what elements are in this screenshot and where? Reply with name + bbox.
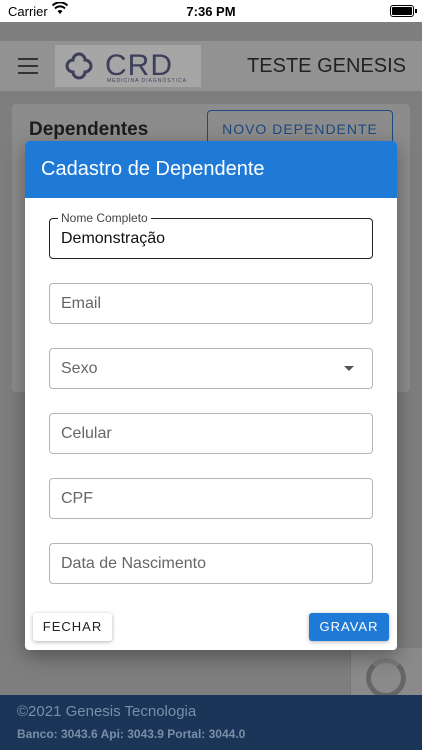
birth-date-field[interactable]: Data de Nascimento xyxy=(49,543,373,584)
menu-icon[interactable] xyxy=(18,58,38,74)
battery-icon xyxy=(390,5,414,17)
footer-copyright: ©2021 Genesis Tecnologia xyxy=(17,703,197,720)
phone-field[interactable]: Celular xyxy=(49,413,373,454)
logo-mark-icon xyxy=(65,52,93,80)
top-gap xyxy=(0,22,422,41)
email-field[interactable]: Email xyxy=(49,283,373,324)
name-field-label: Nome Completo xyxy=(58,211,151,225)
sex-select[interactable]: Sexo xyxy=(49,348,373,389)
save-button[interactable]: GRAVAR xyxy=(309,613,389,641)
cpf-field[interactable]: CPF xyxy=(49,478,373,519)
name-field-value: Demonstração xyxy=(61,230,166,247)
birth-date-field-placeholder: Data de Nascimento xyxy=(61,555,206,572)
chevron-down-icon xyxy=(344,366,354,371)
user-name: TESTE GENESIS xyxy=(247,55,406,77)
cpf-field-placeholder: CPF xyxy=(61,490,93,507)
email-field-placeholder: Email xyxy=(61,295,102,312)
close-button[interactable]: FECHAR xyxy=(33,613,112,641)
recaptcha-icon xyxy=(366,658,406,698)
status-time: 7:36 PM xyxy=(186,4,236,19)
phone-field-placeholder: Celular xyxy=(61,425,112,442)
status-bar: Carrier 7:36 PM xyxy=(0,0,422,22)
logo: CRD MEDICINA DIAGNÓSTICA xyxy=(55,45,201,87)
sex-select-placeholder: Sexo xyxy=(61,360,98,377)
footer: ©2021 Genesis Tecnologia Banco: 3043.6 A… xyxy=(0,695,422,750)
app-header: CRD MEDICINA DIAGNÓSTICA TESTE GENESIS xyxy=(0,41,422,91)
battery-nub xyxy=(415,9,417,13)
dependent-dialog: Cadastro de Dependente Nome Completo Dem… xyxy=(25,141,397,650)
logo-subtitle: MEDICINA DIAGNÓSTICA xyxy=(107,78,188,84)
dialog-title: Cadastro de Dependente xyxy=(25,141,397,198)
name-field[interactable]: Nome Completo Demonstração xyxy=(49,211,373,259)
page-title: Dependentes xyxy=(29,119,149,140)
footer-versions: Banco: 3043.6 Api: 3043.9 Portal: 3044.0 xyxy=(17,727,246,741)
